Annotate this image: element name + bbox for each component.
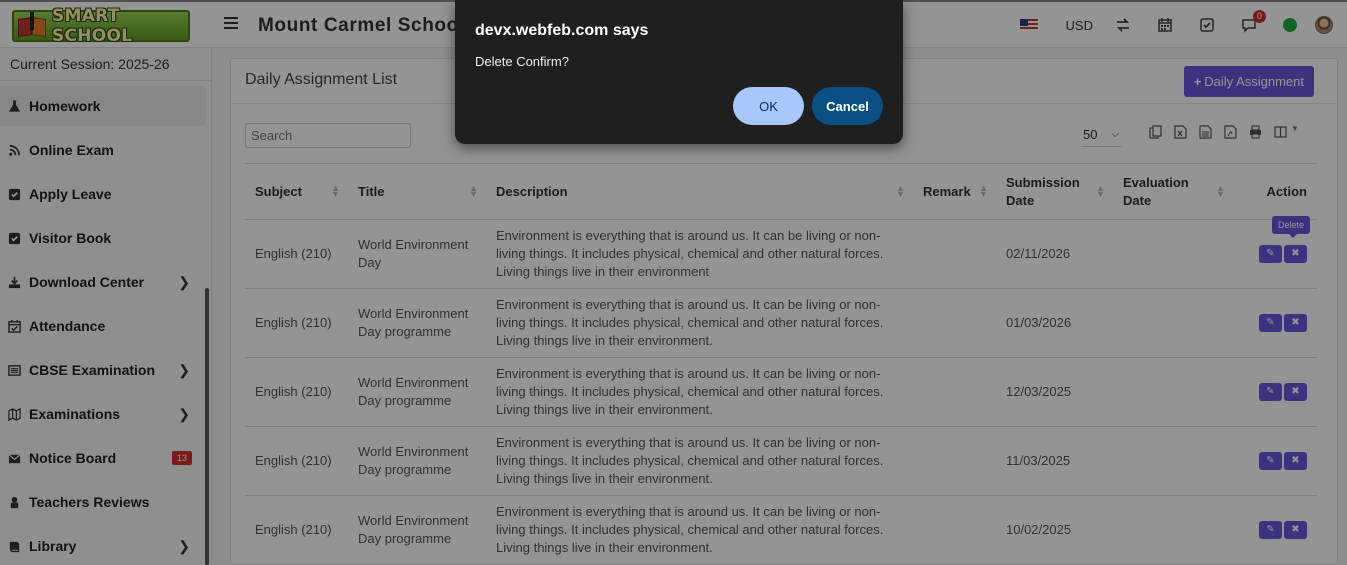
ok-button[interactable]: OK	[733, 87, 804, 125]
dialog-title: devx.webfeb.com says	[475, 22, 649, 39]
cancel-button[interactable]: Cancel	[812, 87, 883, 125]
dialog-message: Delete Confirm?	[475, 54, 569, 69]
confirm-dialog: devx.webfeb.com says Delete Confirm? OK …	[455, 0, 903, 144]
